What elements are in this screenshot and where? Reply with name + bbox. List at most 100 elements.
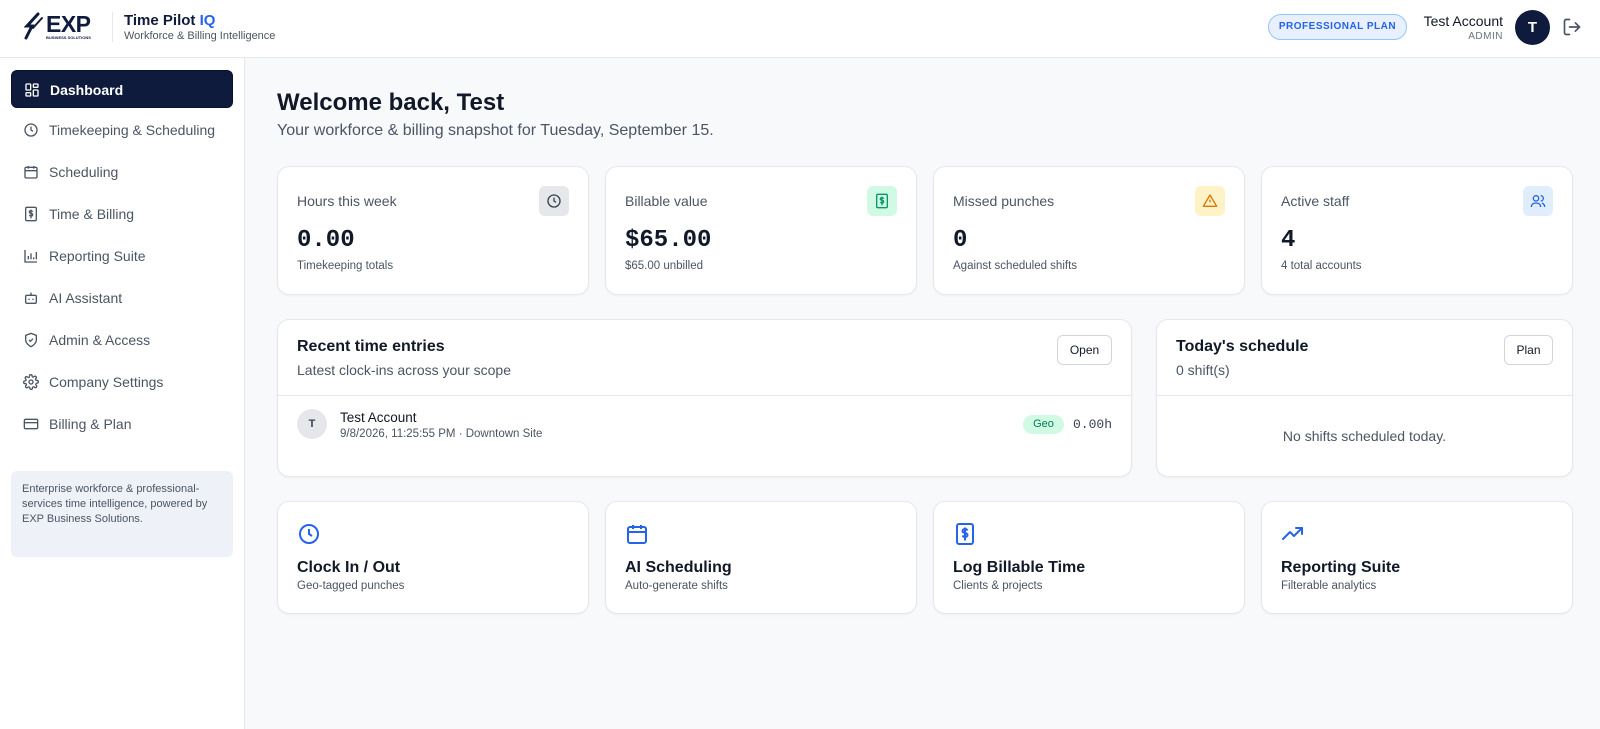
dollar-receipt-icon xyxy=(876,193,888,209)
logout-icon[interactable] xyxy=(1562,17,1582,37)
exp-logo-mark-icon xyxy=(24,12,43,40)
action-card-reporting[interactable]: Reporting Suite Filterable analytics xyxy=(1261,501,1573,614)
stat-icon-box xyxy=(1195,186,1225,216)
panel-title: Recent time entries xyxy=(297,338,445,355)
warning-icon xyxy=(1202,194,1218,207)
dollar-receipt-icon xyxy=(25,206,37,222)
clock-icon xyxy=(299,524,319,544)
panel-title: Today's schedule xyxy=(1176,338,1309,355)
sidebar-item-label: Company Settings xyxy=(49,374,164,390)
action-title: Log Billable Time xyxy=(953,559,1086,576)
action-card-log-billable[interactable]: Log Billable Time Clients & projects xyxy=(933,501,1245,614)
stat-value: 0.00 xyxy=(297,227,355,254)
stat-icon-box xyxy=(539,186,569,216)
panel-divider xyxy=(1157,395,1572,396)
sidebar-item-scheduling[interactable]: Scheduling xyxy=(11,153,233,191)
schedule-panel: Today's schedule 0 shift(s) Plan No shif… xyxy=(1156,319,1573,477)
sidebar-item-time-billing[interactable]: Time & Billing xyxy=(11,195,233,233)
sidebar-item-label: Billing & Plan xyxy=(49,416,132,432)
bot-icon xyxy=(25,292,37,304)
clock-icon xyxy=(547,194,561,208)
stat-card-active-staff: Active staff 4 4 total accounts xyxy=(1261,166,1573,295)
stat-label: Active staff xyxy=(1281,193,1350,209)
stat-label: Billable value xyxy=(625,193,708,209)
entry-hours: 0.00h xyxy=(1072,417,1112,432)
action-card-ai-scheduling[interactable]: AI Scheduling Auto-generate shifts xyxy=(605,501,917,614)
avatar[interactable]: T xyxy=(1515,10,1550,45)
stat-sub: Timekeeping totals xyxy=(297,260,394,272)
grid-icon xyxy=(25,83,39,97)
stat-card-missed-punches: Missed punches 0 Against scheduled shift… xyxy=(933,166,1245,295)
stat-label: Missed punches xyxy=(953,193,1055,209)
action-title: Clock In / Out xyxy=(297,559,401,576)
open-button[interactable]: Open xyxy=(1057,335,1112,365)
sidebar-item-billing-plan[interactable]: Billing & Plan xyxy=(11,405,233,443)
status-badge: Geo xyxy=(1023,415,1064,434)
action-title: Reporting Suite xyxy=(1281,559,1401,576)
plan-button[interactable]: Plan xyxy=(1504,335,1553,365)
sidebar-item-label: AI Assistant xyxy=(49,290,123,306)
sidebar-item-label: Dashboard xyxy=(50,82,124,98)
action-subtitle: Auto-generate shifts xyxy=(625,580,728,592)
empty-state: No shifts scheduled today. xyxy=(1282,428,1447,444)
stat-icon-box xyxy=(1523,186,1553,216)
sidebar-item-label: Timekeeping & Scheduling xyxy=(49,122,216,138)
calendar-icon xyxy=(627,525,647,544)
stat-sub: Against scheduled shifts xyxy=(953,260,1078,272)
sidebar-item-company-settings[interactable]: Company Settings xyxy=(11,363,233,401)
sidebar-item-dashboard[interactable]: Dashboard xyxy=(11,70,233,108)
shield-icon xyxy=(25,332,37,348)
action-subtitle: Filterable analytics xyxy=(1281,580,1377,592)
entry-name[interactable]: Test Account xyxy=(340,410,417,425)
page-title: Welcome back, Test xyxy=(277,89,505,116)
stat-sub: 4 total accounts xyxy=(1281,260,1362,272)
action-title: AI Scheduling xyxy=(625,559,732,576)
bar-chart-icon xyxy=(24,250,37,263)
trending-up-icon xyxy=(1282,527,1303,540)
product-suffix: IQ xyxy=(199,12,216,29)
recent-entries-panel: Recent time entries Latest clock-ins acr… xyxy=(277,319,1132,477)
stat-card-hours: Hours this week 0.00 Timekeeping totals xyxy=(277,166,589,295)
stat-card-billable: Billable value $65.00 $65.00 unbilled xyxy=(605,166,917,295)
sidebar-item-timekeeping[interactable]: Timekeeping & Scheduling xyxy=(11,111,233,149)
product-name: Time Pilot IQ xyxy=(124,12,215,29)
panel-subtitle: Latest clock-ins across your scope xyxy=(297,362,511,378)
dollar-receipt-icon xyxy=(956,523,974,545)
panel-subtitle: 0 shift(s) xyxy=(1176,362,1230,378)
sidebar-item-admin-access[interactable]: Admin & Access xyxy=(11,321,233,359)
top-header: EXP BUSINESS SOLUTIONS Time Pilot IQ Wor… xyxy=(0,0,1600,58)
clock-icon xyxy=(24,123,38,137)
calendar-icon xyxy=(24,166,38,179)
logo-text: EXP xyxy=(46,11,91,37)
sidebar-item-ai-assistant[interactable]: AI Assistant xyxy=(11,279,233,317)
entry-meta: 9/8/2026, 11:25:55 PM · Downtown Site xyxy=(340,428,543,440)
stat-value: 0 xyxy=(953,227,968,254)
sidebar: Dashboard Timekeeping & Scheduling Sched… xyxy=(0,58,245,729)
users-icon xyxy=(1530,195,1546,208)
stat-value: 4 xyxy=(1281,227,1296,254)
action-subtitle: Clients & projects xyxy=(953,580,1043,592)
sidebar-item-reporting[interactable]: Reporting Suite xyxy=(11,237,233,275)
exp-logo[interactable]: EXP BUSINESS SOLUTIONS xyxy=(24,11,96,42)
sidebar-note: Enterprise workforce & professional-serv… xyxy=(11,471,233,557)
product-name-text: Time Pilot xyxy=(124,12,196,29)
panel-divider xyxy=(278,395,1131,396)
sidebar-item-label: Reporting Suite xyxy=(49,248,146,264)
sidebar-item-label: Admin & Access xyxy=(49,332,151,348)
stat-icon-box xyxy=(867,186,897,216)
action-card-clock-in[interactable]: Clock In / Out Geo-tagged punches xyxy=(277,501,589,614)
sidebar-item-label: Scheduling xyxy=(49,164,119,180)
sidebar-item-label: Time & Billing xyxy=(49,206,135,222)
user-name: Test Account xyxy=(1423,13,1503,29)
gear-icon xyxy=(23,374,39,390)
logo-subtext: BUSINESS SOLUTIONS xyxy=(46,35,91,40)
page-subtitle: Your workforce & billing snapshot for Tu… xyxy=(277,122,714,139)
action-subtitle: Geo-tagged punches xyxy=(297,580,405,592)
stat-label: Hours this week xyxy=(297,193,397,209)
header-divider xyxy=(112,12,113,42)
stat-sub: $65.00 unbilled xyxy=(625,260,704,272)
product-tagline: Workforce & Billing Intelligence xyxy=(124,30,276,42)
plan-badge[interactable]: PROFESSIONAL PLAN xyxy=(1268,14,1407,40)
user-role: ADMIN xyxy=(1468,31,1503,42)
credit-card-icon xyxy=(23,418,39,430)
